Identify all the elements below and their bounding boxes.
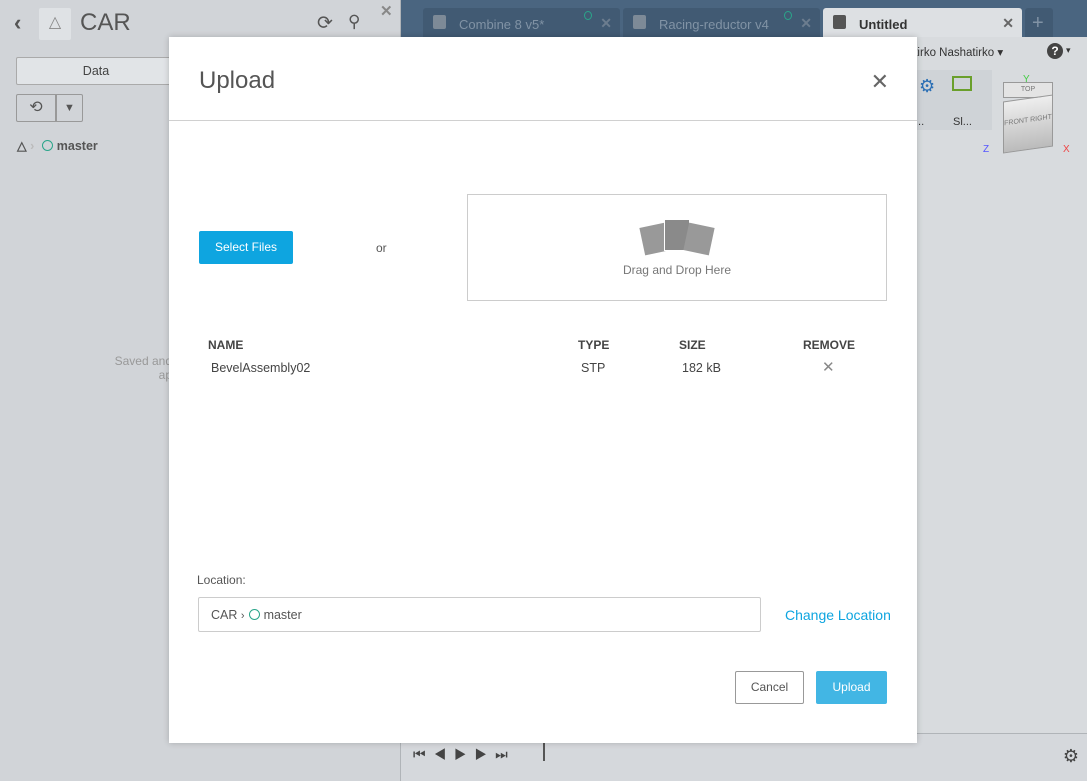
first-frame-icon[interactable]: ⏮ xyxy=(413,746,434,762)
hub-icon[interactable]: △ xyxy=(17,139,27,153)
tab-label: Combine 8 v5* xyxy=(459,17,545,32)
dialog-title: Upload xyxy=(199,67,276,94)
timeline-settings-icon[interactable]: ⚙ xyxy=(1063,746,1079,767)
tab-combine[interactable]: Combine 8 v5* ✕ xyxy=(423,8,620,37)
tab-racing-reductor[interactable]: Racing-reductor v4 ✕ xyxy=(623,8,820,37)
prev-frame-icon[interactable]: ◀ xyxy=(434,746,455,762)
select-tool-icon[interactable] xyxy=(952,76,972,91)
branch-icon xyxy=(248,609,260,620)
select-tool-label[interactable]: Sl... xyxy=(953,116,972,128)
sync-icon xyxy=(784,11,792,20)
project-title: CAR xyxy=(80,9,131,36)
close-tab-icon[interactable]: ✕ xyxy=(1002,15,1014,32)
viewcube-right-label: RIGHT xyxy=(1030,113,1052,124)
tab-label: Untitled xyxy=(859,17,908,32)
x-axis-label: X xyxy=(1063,144,1070,155)
column-size: SIZE xyxy=(679,338,706,352)
history-button[interactable]: ⟲ xyxy=(16,94,56,122)
or-label: or xyxy=(376,241,387,255)
tab-label: Racing-reductor v4 xyxy=(659,17,769,32)
saved-text: Saved and ap xyxy=(114,354,172,382)
close-tab-icon[interactable]: ✕ xyxy=(800,15,812,32)
select-files-button[interactable]: Select Files xyxy=(199,231,293,264)
document-tabs: Combine 8 v5* ✕ Racing-reductor v4 ✕ Untit… xyxy=(401,0,1087,37)
back-icon[interactable]: ‹ xyxy=(14,10,21,36)
change-location-link[interactable]: Change Location xyxy=(785,607,891,623)
column-type: TYPE xyxy=(578,338,610,352)
remove-file-icon[interactable]: ✕ xyxy=(822,358,835,376)
next-frame-icon[interactable]: ▶ xyxy=(475,746,496,762)
location-label: Location: xyxy=(197,573,246,587)
column-remove: REMOVE xyxy=(803,338,856,352)
help-icon[interactable]: ? xyxy=(1047,43,1063,59)
component-icon xyxy=(833,15,846,29)
drop-zone[interactable]: Drag and Drop Here xyxy=(467,194,887,301)
y-axis-label: Y xyxy=(1023,74,1030,85)
branch-icon xyxy=(41,140,53,151)
breadcrumb: △ › master xyxy=(17,139,98,153)
data-tab[interactable]: Data xyxy=(16,57,176,85)
viewcube[interactable]: TOP FRONT RIGHT Y Z X xyxy=(983,74,1070,162)
location-branch: master xyxy=(263,608,302,622)
dropdown-button[interactable]: ▼ xyxy=(56,94,83,122)
upload-button[interactable]: Upload xyxy=(816,671,887,704)
file-size: 182 kB xyxy=(682,361,721,375)
files-icon xyxy=(468,217,886,267)
viewcube-front-label: FRONT xyxy=(1004,116,1029,128)
cancel-button[interactable]: Cancel xyxy=(735,671,804,704)
new-tab-button[interactable]: + xyxy=(1025,8,1053,37)
file-type: STP xyxy=(581,361,606,375)
branch-link[interactable]: master xyxy=(57,139,98,153)
toolbar: ⚙ ... Sl... xyxy=(911,70,992,130)
viewcube-top-label: TOP xyxy=(1020,86,1036,93)
sync-icon xyxy=(584,11,592,20)
file-name: BevelAssembly02 xyxy=(211,361,311,375)
column-name: NAME xyxy=(208,338,244,352)
z-axis-label: Z xyxy=(983,144,990,155)
location-field[interactable]: CAR › master xyxy=(198,597,761,632)
close-tab-icon[interactable]: ✕ xyxy=(600,15,612,32)
close-panel-icon[interactable]: ✕ xyxy=(380,2,393,20)
search-icon[interactable]: ⚲ xyxy=(348,12,360,32)
location-project: CAR xyxy=(211,608,238,622)
refresh-icon[interactable]: ⟳ xyxy=(317,12,333,35)
project-icon: △ xyxy=(39,8,71,40)
play-icon[interactable]: ▶ xyxy=(454,746,475,762)
component-icon xyxy=(633,15,646,29)
settings-tool-icon[interactable]: ⚙ xyxy=(919,76,935,97)
close-icon[interactable]: ✕ xyxy=(871,69,889,95)
tab-untitled[interactable]: Untitled ✕ xyxy=(823,8,1022,37)
upload-dialog: Upload ✕ Select Files or Drag and Drop H… xyxy=(169,37,917,743)
last-frame-icon[interactable]: ⏭ xyxy=(495,746,516,762)
component-icon xyxy=(433,15,446,29)
